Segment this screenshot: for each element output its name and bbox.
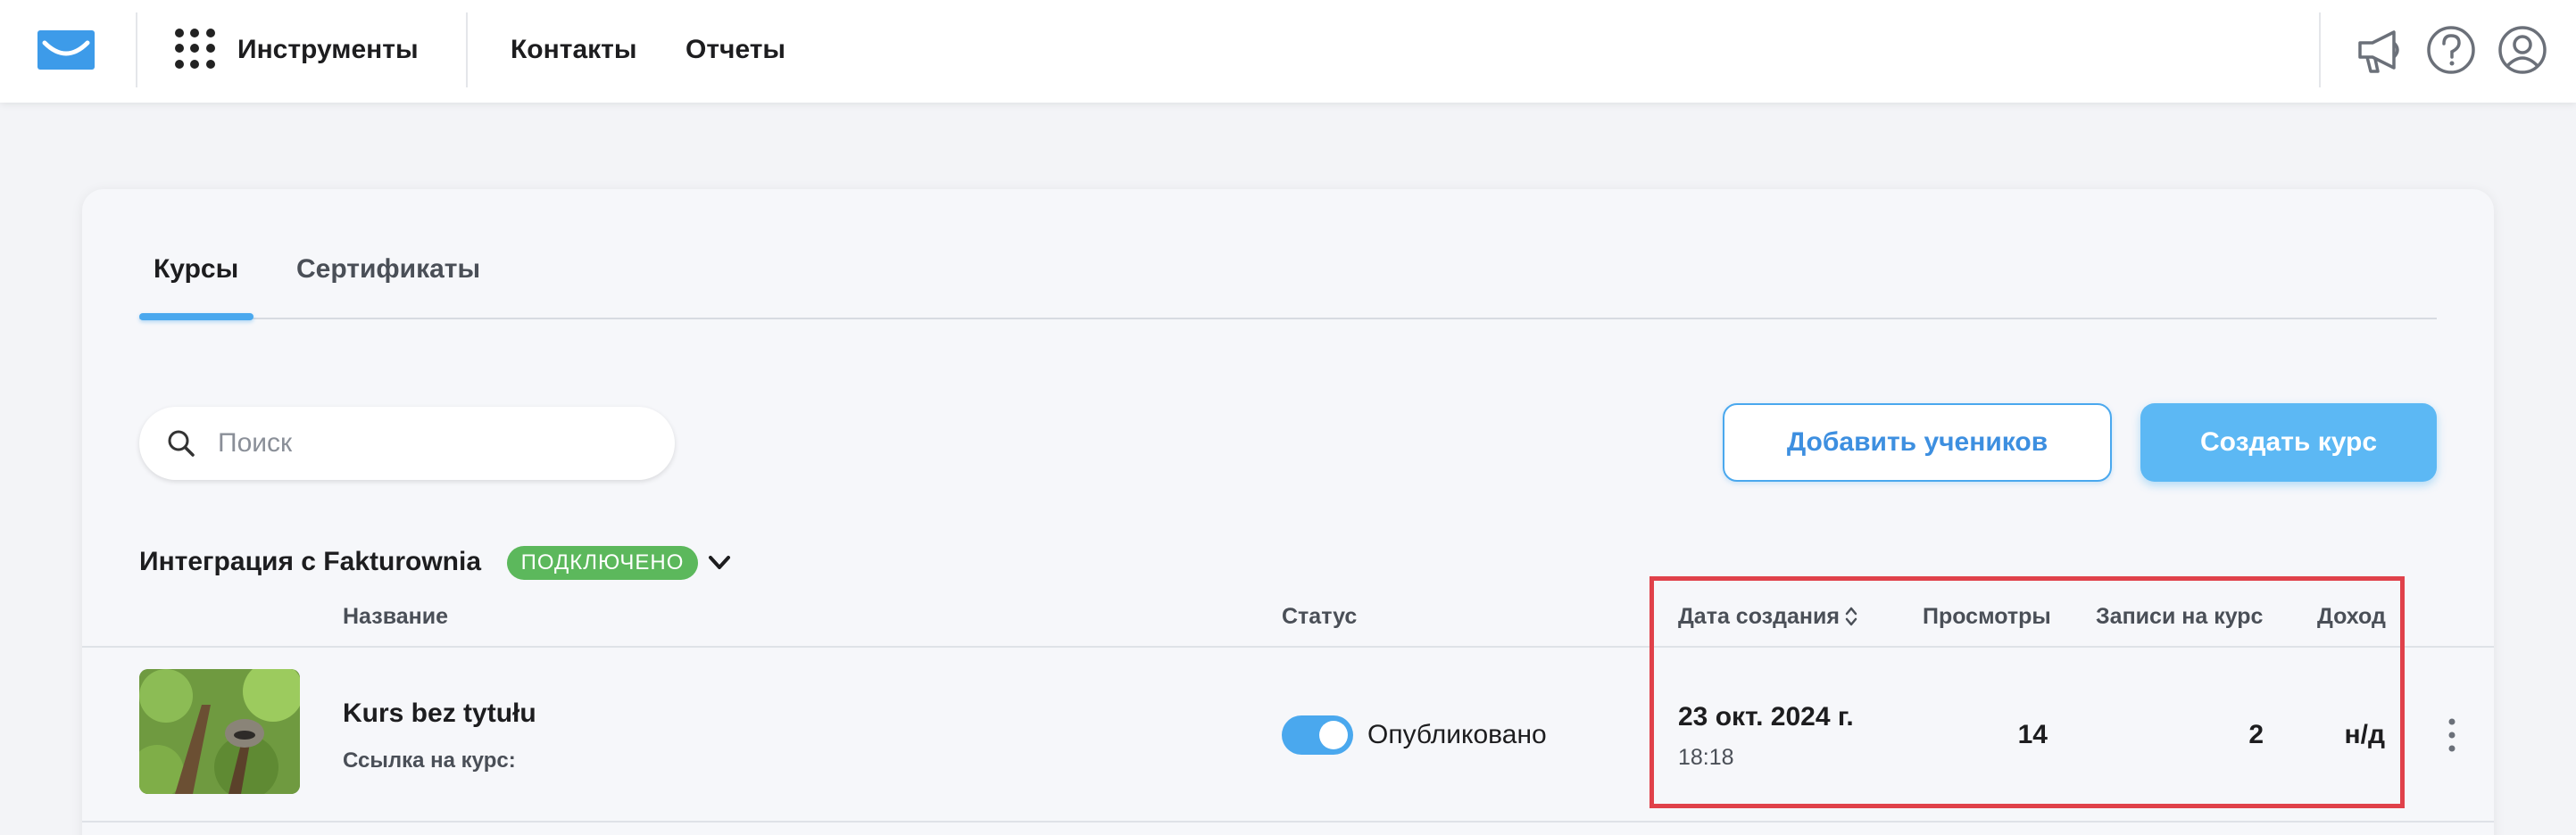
more-options-icon[interactable] <box>2439 715 2465 755</box>
header-divider <box>2319 12 2321 87</box>
tab-certificates[interactable]: Сертификаты <box>296 253 480 285</box>
apps-grid-icon[interactable] <box>175 29 216 70</box>
tabs-divider <box>139 318 2437 319</box>
status-badge: ПОДКЛЮЧЕНО <box>507 546 698 580</box>
course-name[interactable]: Kurs bez tytułu <box>343 698 536 730</box>
chevron-down-icon[interactable] <box>705 550 734 576</box>
highlight-frame <box>1649 576 2405 808</box>
publish-toggle[interactable] <box>1282 715 1353 755</box>
course-link-label: Ссылка на курс: <box>343 748 516 773</box>
table-divider <box>82 821 2494 823</box>
search-box <box>139 407 675 480</box>
top-bar: Инструменты Контакты Отчеты <box>0 0 2576 103</box>
nav-reports[interactable]: Отчеты <box>686 32 785 68</box>
column-header-name: Название <box>343 604 449 629</box>
megaphone-icon[interactable] <box>2353 23 2406 77</box>
create-course-button[interactable]: Создать курс <box>2140 403 2437 482</box>
search-input[interactable] <box>218 423 646 464</box>
status-text: Опубликовано <box>1367 720 1547 749</box>
help-icon[interactable] <box>2424 23 2478 77</box>
nav-contacts[interactable]: Контакты <box>511 32 636 68</box>
course-thumbnail[interactable] <box>139 669 300 794</box>
account-icon[interactable] <box>2496 23 2549 77</box>
integration-title: Интеграция с Fakturownia <box>139 547 481 576</box>
header-divider <box>466 12 468 87</box>
header-divider <box>136 12 137 87</box>
add-students-button[interactable]: Добавить учеников <box>1723 403 2112 482</box>
search-icon <box>168 430 195 457</box>
active-tab-indicator <box>139 313 253 320</box>
column-header-status: Статус <box>1282 604 1358 629</box>
tab-courses[interactable]: Курсы <box>154 253 238 285</box>
mail-logo-icon[interactable] <box>37 30 95 70</box>
tools-menu[interactable]: Инструменты <box>237 32 419 68</box>
